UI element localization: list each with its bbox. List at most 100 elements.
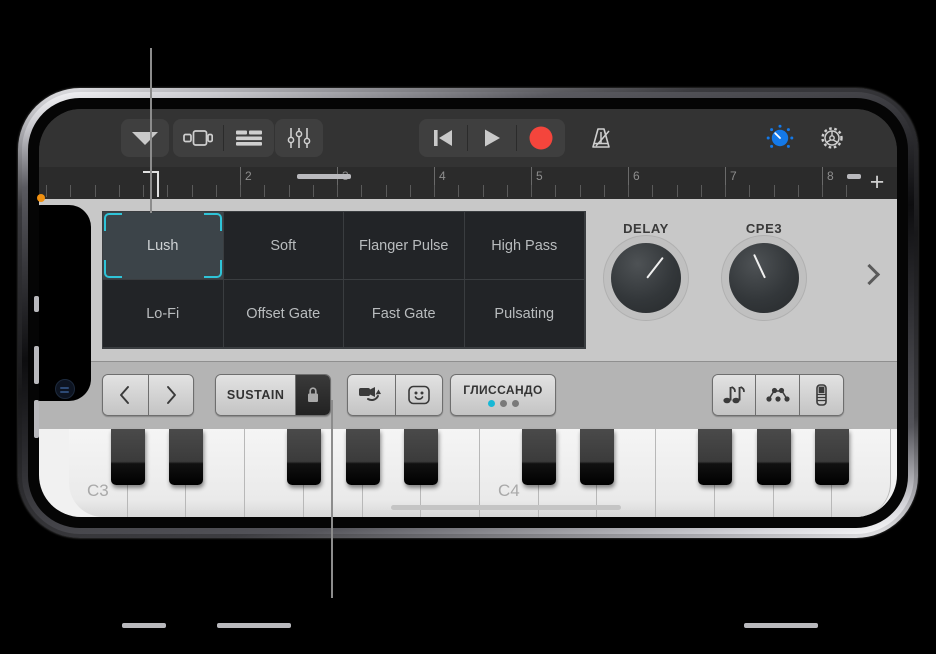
metronome-button[interactable] — [579, 119, 623, 157]
preset-label: Offset Gate — [246, 305, 321, 322]
ruler-bar-number: 2 — [245, 169, 252, 183]
utility-group — [754, 119, 858, 157]
metronome-icon — [592, 128, 610, 148]
ruler-beat-tick — [604, 185, 605, 197]
ruler-beat-tick — [119, 185, 120, 197]
rewind-icon — [434, 130, 452, 146]
ruler-beat-tick — [798, 185, 799, 197]
ruler-beat-tick — [701, 185, 702, 197]
play-button[interactable] — [468, 119, 516, 157]
mixer-controls-button[interactable] — [275, 119, 323, 157]
black-key-G-sharp[interactable] — [756, 429, 791, 485]
knob-cpe3-dial[interactable] — [729, 243, 799, 313]
black-key-C-sharp[interactable] — [521, 429, 556, 485]
preset-cell-offset-gate[interactable]: Offset Gate — [223, 280, 344, 348]
preset-cell-lush[interactable]: Lush — [103, 212, 224, 280]
ruler-beat-tick — [46, 185, 47, 197]
glissando-dots — [487, 400, 519, 407]
arp-face-group — [347, 374, 443, 416]
ruler-beat-tick — [458, 185, 459, 197]
ruler-beat-tick — [628, 185, 629, 197]
arpeggiator-button[interactable] — [348, 375, 395, 415]
glissando-label: ГЛИССАНДО — [463, 383, 543, 397]
preset-cell-lo-fi[interactable]: Lo-Fi — [103, 280, 224, 348]
black-key-G-sharp[interactable] — [345, 429, 380, 485]
metronome-group — [579, 119, 623, 157]
preset-cell-fast-gate[interactable]: Fast Gate — [344, 280, 465, 348]
glissando-button[interactable]: ГЛИССАНДО — [450, 374, 556, 416]
ruler-beat-tick — [216, 185, 217, 197]
record-icon — [529, 126, 553, 150]
sustain-lock-button[interactable] — [295, 375, 330, 415]
black-key-F-sharp[interactable] — [697, 429, 732, 485]
settings-button[interactable] — [806, 119, 858, 157]
arpeggiator-icon — [359, 387, 382, 402]
arpeggio-dots-icon — [765, 387, 790, 402]
power-button — [744, 623, 818, 628]
ruler-beat-tick — [483, 185, 484, 197]
preset-cell-high-pass[interactable]: High Pass — [464, 212, 585, 280]
volume-down-button — [34, 400, 39, 438]
chevron-left-icon — [120, 386, 130, 404]
sustain-button[interactable]: SUSTAIN — [216, 375, 296, 415]
smart-controls-button[interactable] — [754, 119, 806, 157]
instrument-browser-button[interactable] — [173, 119, 223, 157]
black-key-D-sharp[interactable] — [169, 429, 204, 485]
glissando-dot-2 — [499, 400, 507, 407]
ruler-beat-tick — [192, 185, 193, 197]
preset-cell-soft[interactable]: Soft — [223, 212, 344, 280]
octave-up-button[interactable] — [147, 375, 193, 415]
ruler-beat-tick — [264, 185, 265, 197]
ruler-beat-tick — [143, 185, 144, 197]
mixer-group — [275, 119, 323, 157]
record-button[interactable] — [517, 119, 565, 157]
glissando-dot-3 — [511, 400, 519, 407]
black-key-F-sharp[interactable] — [286, 429, 321, 485]
octave-down-button[interactable] — [103, 375, 148, 415]
recording-indicator-dot — [37, 194, 45, 202]
knob-cpe3-label: CPE3 — [745, 221, 783, 236]
black-key-A-sharp[interactable] — [404, 429, 439, 485]
frame-antenna-line — [847, 174, 861, 179]
navigation-menu-button[interactable] — [121, 119, 169, 157]
ruler-bar-number: 4 — [439, 169, 446, 183]
knob-delay-dial[interactable] — [611, 243, 681, 313]
ruler-beat-tick — [507, 185, 508, 197]
rewind-button[interactable] — [419, 119, 467, 157]
preset-label: Pulsating — [494, 305, 555, 322]
ruler-beat-tick — [410, 185, 411, 197]
ruler-beat-tick — [725, 185, 726, 197]
ruler-beat-tick — [652, 185, 653, 197]
ruler-beat-tick — [289, 185, 290, 197]
arpeggio-pattern-button[interactable] — [755, 375, 799, 415]
timeline-ruler[interactable]: 2345678 + — [39, 167, 897, 199]
home-indicator — [391, 505, 621, 510]
browser-icon — [183, 130, 213, 146]
scale-face-button[interactable] — [394, 375, 442, 415]
tracks-view-button[interactable] — [224, 119, 274, 157]
velocity-button[interactable] — [798, 375, 843, 415]
screenshot-stage: 2345678 + LushSoftFlanger PulseHigh Pass… — [0, 0, 936, 654]
ruler-beat-tick — [846, 185, 847, 197]
preset-cell-pulsating[interactable]: Pulsating — [464, 280, 585, 348]
knob-area: DELAY CPE3 — [604, 211, 884, 351]
preset-cell-flanger-pulse[interactable]: Flanger Pulse — [344, 212, 465, 280]
black-key-A-sharp[interactable] — [815, 429, 850, 485]
ruler-beat-tick — [70, 185, 71, 197]
selection-bracket — [203, 213, 222, 231]
callout-line-arpeggiator — [331, 400, 333, 598]
ruler-beat-tick — [580, 185, 581, 197]
menu-group — [121, 119, 169, 157]
black-key-C-sharp[interactable] — [110, 429, 145, 485]
ruler-beat-tick — [677, 185, 678, 197]
next-page-arrow-icon[interactable] — [858, 263, 881, 286]
chevron-down-icon — [132, 131, 158, 145]
notes-button[interactable] — [713, 375, 756, 415]
black-key-D-sharp[interactable] — [580, 429, 615, 485]
ruler-beat-tick — [749, 185, 750, 197]
ruler-bar-number: 5 — [536, 169, 543, 183]
add-section-button[interactable]: + — [863, 169, 891, 197]
gear-icon — [821, 127, 843, 149]
preset-label: Fast Gate — [371, 305, 436, 322]
knob-cpe3-pointer — [753, 254, 766, 279]
